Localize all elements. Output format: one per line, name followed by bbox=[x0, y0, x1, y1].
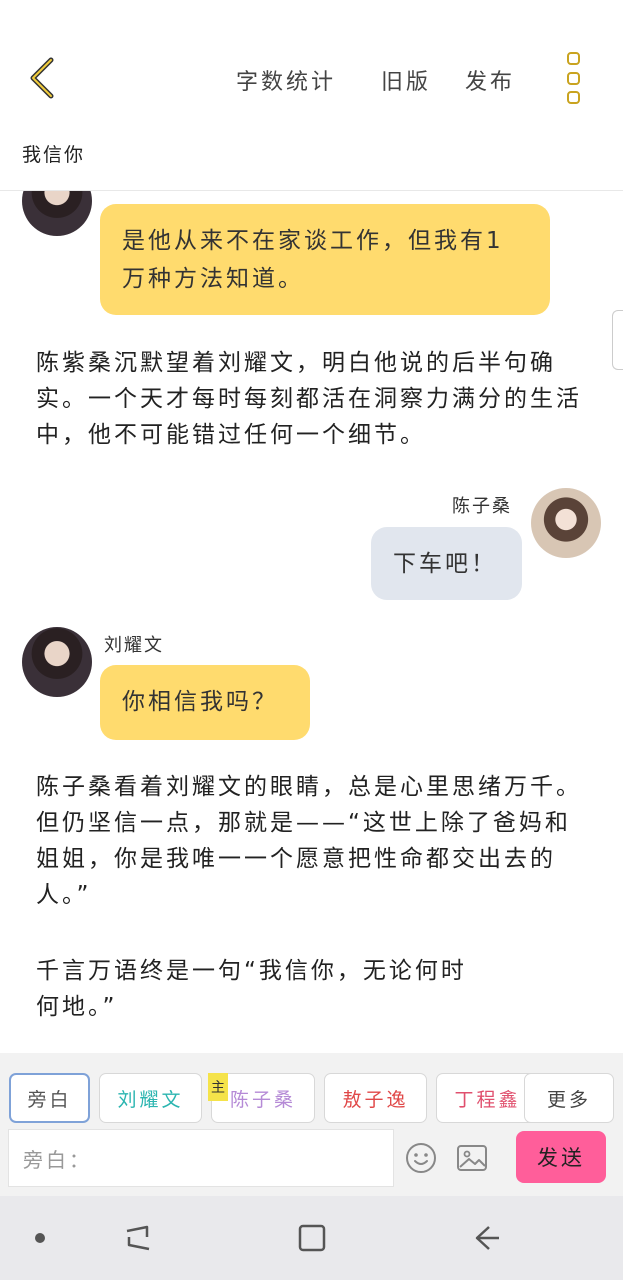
narration-text[interactable]: 陈子桑看着刘耀文的眼睛，总是心里思绪万千。但仍坚信一点，那就是——“这世上除了爸… bbox=[36, 769, 588, 913]
role-liu-yaowen[interactable]: 刘耀文 bbox=[99, 1073, 202, 1123]
role-label: 更多 bbox=[546, 1088, 591, 1111]
overview-button[interactable] bbox=[292, 1218, 332, 1258]
story-title: 我信你 bbox=[22, 144, 86, 166]
home-dot-icon bbox=[35, 1233, 45, 1243]
top-bar: 字数统计 旧版 发布 bbox=[0, 0, 623, 130]
role-label: 敖子逸 bbox=[342, 1088, 409, 1111]
composer-panel: 旁白 刘耀文 陈子桑 主 敖子逸 丁程鑫 更多 旁白： 发送 bbox=[0, 1053, 623, 1196]
role-label: 刘耀文 bbox=[117, 1088, 184, 1111]
role-label: 丁程鑫 bbox=[454, 1088, 521, 1111]
speaker-name: 陈子桑 bbox=[452, 496, 512, 517]
more-dot bbox=[566, 91, 580, 104]
recents-icon bbox=[126, 1225, 150, 1251]
recents-button[interactable] bbox=[118, 1218, 158, 1258]
chat-content[interactable]: 是他从来不在家谈工作，但我有1万种方法知道。 陈紫桑沉默望着刘耀文，明白他说的后… bbox=[0, 191, 623, 1053]
publish-button[interactable]: 发布 bbox=[465, 64, 515, 96]
input-placeholder: 旁白： bbox=[23, 1147, 92, 1172]
send-button[interactable]: 发送 bbox=[516, 1131, 606, 1183]
message-bubble[interactable]: 是他从来不在家谈工作，但我有1万种方法知道。 bbox=[100, 204, 550, 315]
more-roles-button[interactable]: 更多 bbox=[524, 1073, 614, 1123]
home-button[interactable] bbox=[20, 1218, 60, 1258]
avatar-liu-yaowen[interactable] bbox=[22, 191, 92, 236]
overview-icon bbox=[298, 1224, 326, 1252]
emoji-button[interactable] bbox=[404, 1141, 438, 1175]
more-dot bbox=[566, 71, 580, 85]
emoji-icon bbox=[406, 1143, 436, 1173]
more-menu-button[interactable] bbox=[560, 52, 586, 104]
nav-back-icon bbox=[475, 1226, 499, 1250]
message-bubble[interactable]: 你相信我吗？ bbox=[100, 665, 310, 740]
avatar-chen-zisang[interactable] bbox=[531, 488, 601, 558]
word-count-button[interactable]: 字数统计 bbox=[236, 64, 336, 96]
nav-back-button[interactable] bbox=[466, 1218, 506, 1258]
narration-text[interactable]: 千言万语终是一句“我信你，无论何时何地。” bbox=[36, 953, 476, 1025]
role-label: 旁白 bbox=[27, 1088, 72, 1111]
more-dots-icon bbox=[566, 52, 580, 65]
image-icon bbox=[457, 1145, 487, 1171]
main-role-tag: 主 bbox=[208, 1073, 228, 1101]
message-bubble[interactable]: 下车吧！ bbox=[371, 527, 522, 600]
avatar-liu-yaowen[interactable] bbox=[22, 627, 92, 697]
back-arrow-icon bbox=[30, 57, 54, 99]
narration-text[interactable]: 陈紫桑沉默望着刘耀文，明白他说的后半句确实。一个天才每时每刻都活在洞察力满分的生… bbox=[36, 345, 596, 453]
role-ao-ziyi[interactable]: 敖子逸 bbox=[324, 1073, 427, 1123]
scroll-handle[interactable] bbox=[612, 310, 623, 370]
speaker-name: 刘耀文 bbox=[104, 635, 164, 656]
image-button[interactable] bbox=[455, 1141, 489, 1175]
old-version-button[interactable]: 旧版 bbox=[381, 64, 431, 96]
message-input[interactable]: 旁白： bbox=[8, 1129, 394, 1187]
role-narrator[interactable]: 旁白 bbox=[9, 1073, 90, 1123]
role-label: 陈子桑 bbox=[229, 1088, 296, 1111]
back-button[interactable] bbox=[20, 52, 64, 104]
system-navigation-bar bbox=[0, 1196, 623, 1280]
